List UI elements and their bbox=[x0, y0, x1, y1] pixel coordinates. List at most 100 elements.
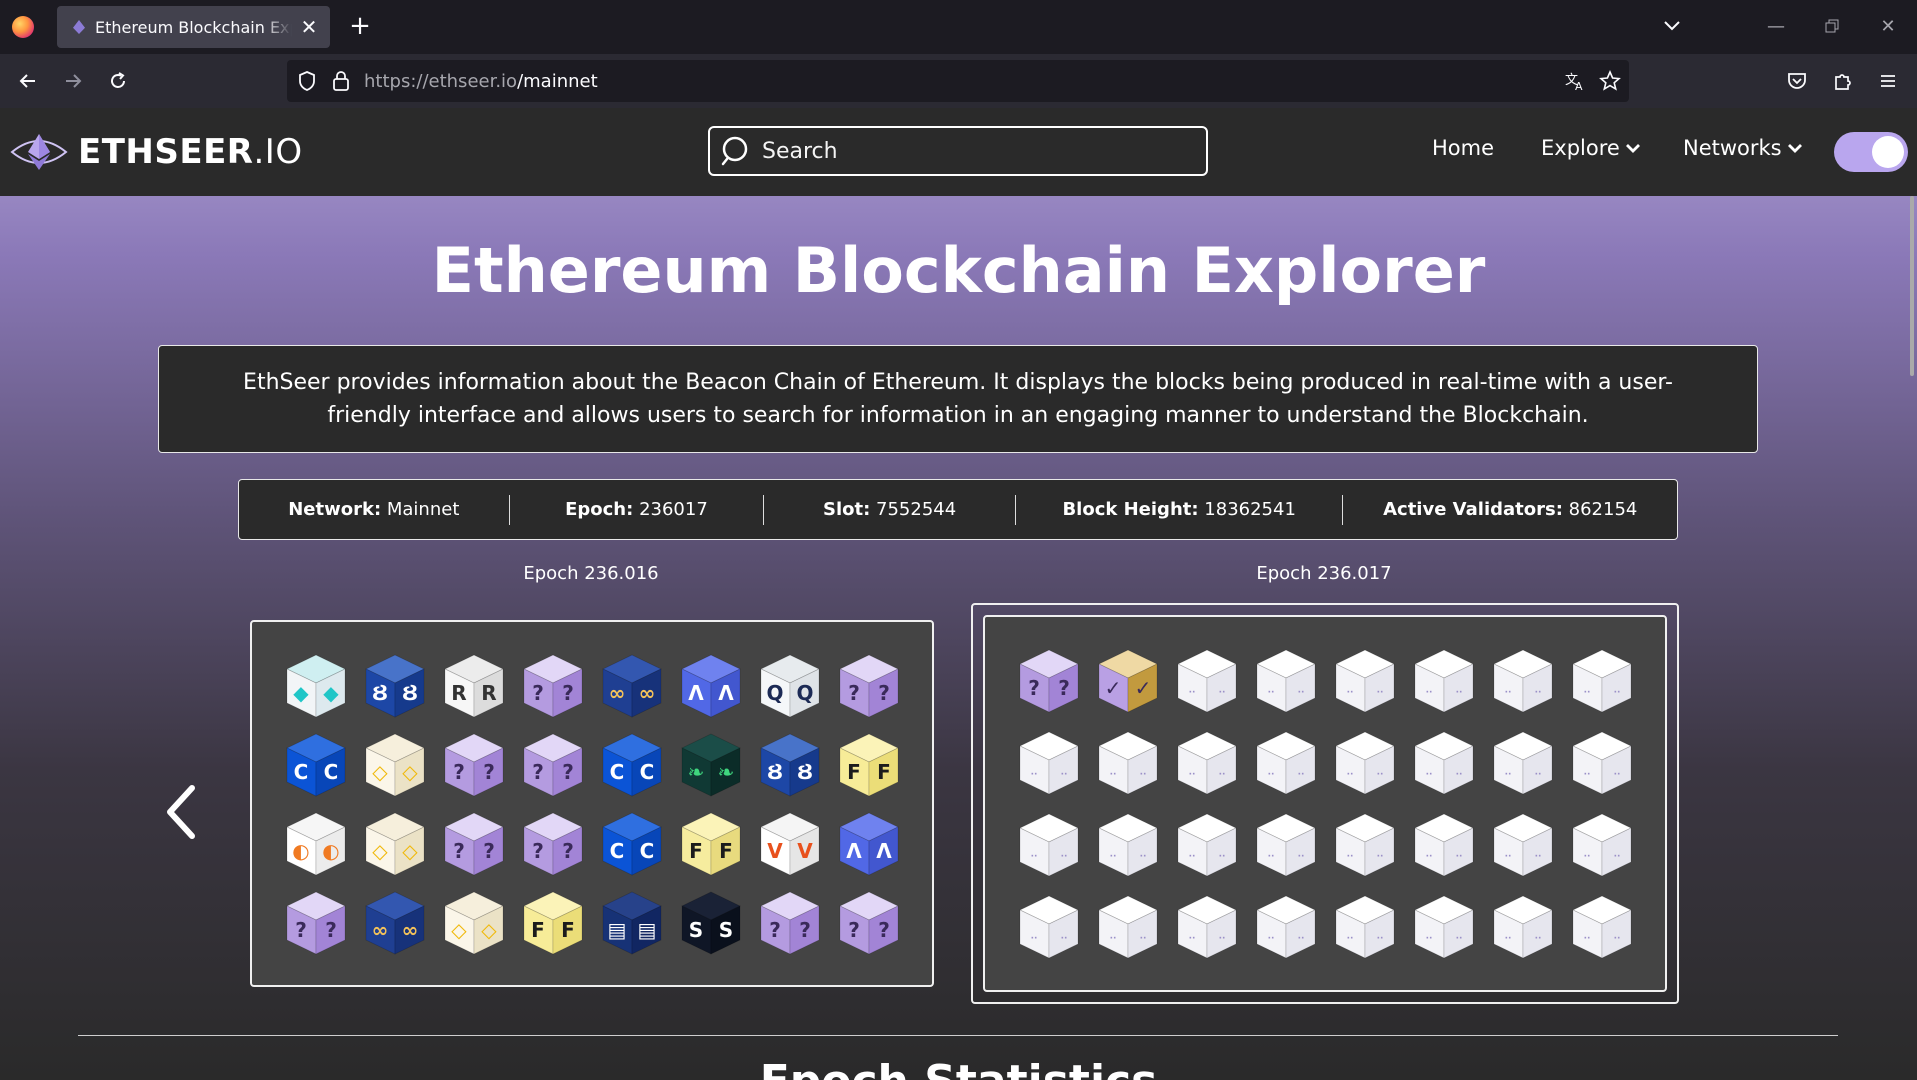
reload-button[interactable] bbox=[102, 65, 134, 97]
block-cube-pending[interactable]: ·· ·· bbox=[1410, 811, 1478, 879]
block-cube-rocketpool[interactable]: ȢȢ bbox=[361, 652, 429, 720]
svg-text:?: ? bbox=[562, 760, 574, 784]
block-cube-fpool[interactable]: FF bbox=[835, 731, 903, 799]
svg-text:··: ·· bbox=[1061, 934, 1068, 944]
block-cube-stakewise[interactable]: SS bbox=[677, 889, 745, 957]
block-cube-pending[interactable]: ·· ·· bbox=[1489, 729, 1557, 797]
block-cube-unknown[interactable]: ?? bbox=[1015, 647, 1083, 715]
block-cube-pending[interactable]: ·· ·· bbox=[1094, 729, 1162, 797]
translate-icon[interactable]: 文A bbox=[1564, 70, 1586, 92]
block-cube-coinbase[interactable]: CC bbox=[282, 731, 350, 799]
block-cube-kraken[interactable]: ΛΛ bbox=[677, 652, 745, 720]
block-cube-binance[interactable]: ◇ ◇ bbox=[361, 731, 429, 799]
block-cube-abyss[interactable]: ◐ ◐ bbox=[282, 810, 350, 878]
forward-button[interactable] bbox=[57, 65, 89, 97]
svg-text:✓: ✓ bbox=[1105, 676, 1122, 700]
block-cube-pending[interactable]: ·· ·· bbox=[1015, 729, 1083, 797]
block-cube-coinbase[interactable]: CC bbox=[598, 731, 666, 799]
block-cube-unknown[interactable]: ?? bbox=[440, 810, 508, 878]
theme-toggle[interactable] bbox=[1834, 132, 1908, 172]
chevron-down-icon bbox=[1664, 21, 1680, 31]
nav-home[interactable]: Home bbox=[1432, 136, 1494, 160]
url-bar[interactable]: https://ethseer.io/mainnet 文A bbox=[287, 60, 1629, 102]
block-cube-pending[interactable]: ·· ·· bbox=[1410, 647, 1478, 715]
block-cube-figment[interactable]: ❧ ❧ bbox=[677, 731, 745, 799]
block-cube-ledger[interactable]: VV bbox=[756, 810, 824, 878]
minimize-window-button[interactable]: — bbox=[1762, 12, 1790, 40]
block-cube-pending[interactable]: ·· ·· bbox=[1331, 729, 1399, 797]
block-cube-unknown[interactable]: ?? bbox=[282, 889, 350, 957]
block-cube-pending[interactable]: ·· ·· bbox=[1331, 647, 1399, 715]
nav-networks-dropdown[interactable]: Networks bbox=[1683, 136, 1803, 160]
block-cube-pending[interactable]: ·· ·· bbox=[1410, 729, 1478, 797]
block-cube-pending[interactable]: ·· ·· bbox=[1173, 893, 1241, 961]
block-cube-pending[interactable]: ·· ·· bbox=[1489, 893, 1557, 961]
block-cube-rocketpool[interactable]: ȢȢ bbox=[756, 731, 824, 799]
svg-text:··: ·· bbox=[1584, 934, 1591, 944]
block-cube-unknown[interactable]: ?? bbox=[519, 652, 587, 720]
svg-text:F: F bbox=[531, 918, 545, 942]
svg-text:··: ·· bbox=[1110, 770, 1117, 780]
block-cube-pending[interactable]: ·· ·· bbox=[1568, 729, 1636, 797]
block-cube-pending[interactable]: ·· ·· bbox=[1173, 811, 1241, 879]
browser-tab[interactable]: Ethereum Blockchain Explorer - EthSeer ✕ bbox=[57, 6, 330, 48]
block-cube-unknown[interactable]: ?? bbox=[756, 889, 824, 957]
block-cube-pending[interactable]: ·· ·· bbox=[1568, 893, 1636, 961]
pocket-button[interactable] bbox=[1781, 65, 1813, 97]
close-window-button[interactable]: ✕ bbox=[1874, 12, 1902, 40]
block-cube-lido[interactable]: ◆ ◆ bbox=[282, 652, 350, 720]
block-cube-pending[interactable]: ·· ·· bbox=[1252, 893, 1320, 961]
block-cube-fpool2[interactable]: FF bbox=[677, 810, 745, 878]
block-cube-unknown[interactable]: ?? bbox=[519, 810, 587, 878]
nav-explore-dropdown[interactable]: Explore bbox=[1541, 136, 1641, 160]
svg-text:··: ·· bbox=[1535, 770, 1542, 780]
block-cube-stakefish[interactable]: ∞ ∞ bbox=[598, 652, 666, 720]
block-cube-pending[interactable]: ·· ·· bbox=[1173, 647, 1241, 715]
restore-window-button[interactable] bbox=[1818, 12, 1846, 40]
block-cube-pending[interactable]: ·· ·· bbox=[1410, 893, 1478, 961]
app-menu-button[interactable] bbox=[1872, 65, 1904, 97]
block-cube-binance[interactable]: ◇ ◇ bbox=[361, 810, 429, 878]
bookmark-star-icon[interactable] bbox=[1599, 70, 1621, 92]
list-all-tabs-button[interactable] bbox=[1658, 12, 1686, 40]
extensions-button[interactable] bbox=[1827, 65, 1859, 97]
close-tab-icon[interactable]: ✕ bbox=[298, 15, 320, 39]
block-cube-fpool[interactable]: FF bbox=[519, 889, 587, 957]
back-button[interactable] bbox=[12, 65, 44, 97]
block-cube-pending[interactable]: ·· ·· bbox=[1015, 893, 1083, 961]
new-tab-button[interactable]: + bbox=[346, 11, 374, 41]
search-box[interactable] bbox=[708, 126, 1208, 176]
block-cube-binance[interactable]: ◇ ◇ bbox=[440, 889, 508, 957]
block-cube-pending[interactable]: ·· ·· bbox=[1094, 893, 1162, 961]
block-cube-pending[interactable]: ·· ·· bbox=[1015, 811, 1083, 879]
block-cube-unknown[interactable]: ?? bbox=[519, 731, 587, 799]
svg-text:··: ·· bbox=[1031, 934, 1038, 944]
previous-epoch-arrow-icon[interactable] bbox=[160, 782, 200, 842]
block-cube-pending[interactable]: ·· ·· bbox=[1173, 729, 1241, 797]
block-cube-pending[interactable]: ·· ·· bbox=[1568, 811, 1636, 879]
block-cube-pending[interactable]: ·· ·· bbox=[1568, 647, 1636, 715]
block-cube-pending[interactable]: ·· ·· bbox=[1252, 729, 1320, 797]
block-cube-pending[interactable]: ·· ·· bbox=[1094, 811, 1162, 879]
block-cube-unknown[interactable]: ?? bbox=[835, 652, 903, 720]
block-cube-wallet[interactable]: ▤ ▤ bbox=[598, 889, 666, 957]
block-cube-pending[interactable]: ·· ·· bbox=[1252, 811, 1320, 879]
block-cube-pending[interactable]: ·· ·· bbox=[1489, 811, 1557, 879]
page-content: ETHSEER.IO Home Explore Networks Ethereu… bbox=[0, 108, 1917, 1080]
block-cube-bitcoinsuisse[interactable]: QQ bbox=[756, 652, 824, 720]
svg-text:Ȣ: Ȣ bbox=[402, 681, 418, 705]
block-cube-kraken[interactable]: ΛΛ bbox=[835, 810, 903, 878]
block-cube-pending[interactable]: ·· ·· bbox=[1331, 893, 1399, 961]
block-cube-stakefish[interactable]: ∞ ∞ bbox=[361, 889, 429, 957]
block-cube-pending[interactable]: ·· ·· bbox=[1252, 647, 1320, 715]
block-cube-rocketx[interactable]: RR bbox=[440, 652, 508, 720]
search-input[interactable] bbox=[762, 138, 1182, 164]
block-cube-unknown[interactable]: ?? bbox=[440, 731, 508, 799]
block-cube-pending[interactable]: ·· ·· bbox=[1331, 811, 1399, 879]
intro-text: EthSeer provides information about the B… bbox=[243, 370, 1673, 428]
block-cube-coinbase[interactable]: CC bbox=[598, 810, 666, 878]
block-cube-pending[interactable]: ·· ·· bbox=[1489, 647, 1557, 715]
block-cube-unknown[interactable]: ?? bbox=[835, 889, 903, 957]
site-logo[interactable]: ETHSEER.IO bbox=[10, 130, 303, 174]
block-cube-proposed[interactable]: ✓ ✓ bbox=[1094, 647, 1162, 715]
